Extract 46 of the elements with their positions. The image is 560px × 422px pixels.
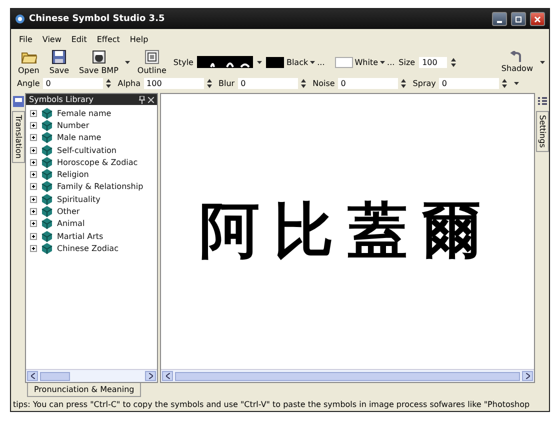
tree-item[interactable]: Animal: [57, 219, 85, 228]
effect-field[interactable]: 0: [42, 78, 103, 88]
color-name: White: [354, 58, 378, 66]
effect-field[interactable]: 0: [438, 78, 499, 88]
toolbar-button[interactable]: Save: [46, 49, 72, 75]
window-title: Chinese Symbol Studio 3.5: [29, 14, 165, 24]
tree-item[interactable]: Female name: [57, 108, 112, 118]
more-button[interactable]: ...: [387, 58, 395, 66]
tree-item[interactable]: Chinese Zodiac: [57, 244, 118, 253]
effect-label: Angle: [17, 78, 40, 88]
toolbar-button[interactable]: Open: [15, 49, 42, 75]
tree-item[interactable]: Religion: [57, 170, 89, 180]
size-field[interactable]: 100: [419, 56, 448, 68]
effect-field[interactable]: 100: [144, 78, 204, 88]
effect-label: Blur: [218, 78, 235, 88]
effect-label: Noise: [312, 78, 335, 88]
style-label: Style: [173, 58, 194, 66]
toolbar-button[interactable]: Shadow: [498, 51, 536, 73]
effect-label: Spray: [412, 78, 436, 88]
effect-label: Alpha: [118, 78, 141, 88]
effect-field[interactable]: 0: [238, 78, 298, 88]
symbol-text: 阿比蓋爾: [200, 195, 496, 268]
tree-item[interactable]: Other: [57, 207, 80, 216]
tree-item[interactable]: Male name: [57, 133, 102, 142]
menu-item[interactable]: View: [42, 34, 62, 44]
menu-item[interactable]: File: [19, 34, 32, 44]
toolbar-button[interactable]: Outline: [134, 49, 170, 75]
side-tab[interactable]: Settings: [536, 111, 548, 152]
tree-item[interactable]: Horoscope & Zodiac: [57, 158, 138, 167]
effect-field[interactable]: 0: [338, 78, 398, 88]
menu-item[interactable]: Effect: [96, 34, 120, 44]
status-text: tips: You can press "Ctrl-C" to copy the symbols and use "Ctrl-V" to paste the symbols in image process sofwares like "Photoshop: [12, 398, 531, 411]
menu-item[interactable]: Edit: [71, 34, 87, 44]
more-button[interactable]: ...: [317, 58, 325, 66]
bottom-tab[interactable]: Pronunciation & Meaning: [27, 383, 142, 397]
tree-item[interactable]: Family & Relationship: [57, 182, 144, 192]
panel-title: Symbols Library: [29, 95, 94, 104]
tree-item[interactable]: Martial Arts: [57, 232, 104, 241]
side-tab[interactable]: Translation: [12, 111, 24, 163]
size-label: Size: [398, 58, 416, 66]
tree-item[interactable]: Self-cultivation: [57, 146, 116, 155]
tree-item[interactable]: Spirituality: [57, 194, 100, 204]
menu-item[interactable]: Help: [130, 34, 148, 44]
color-name: Black: [286, 58, 308, 66]
tree-item[interactable]: Number: [57, 120, 90, 130]
toolbar-button[interactable]: Save BMP: [76, 49, 122, 75]
